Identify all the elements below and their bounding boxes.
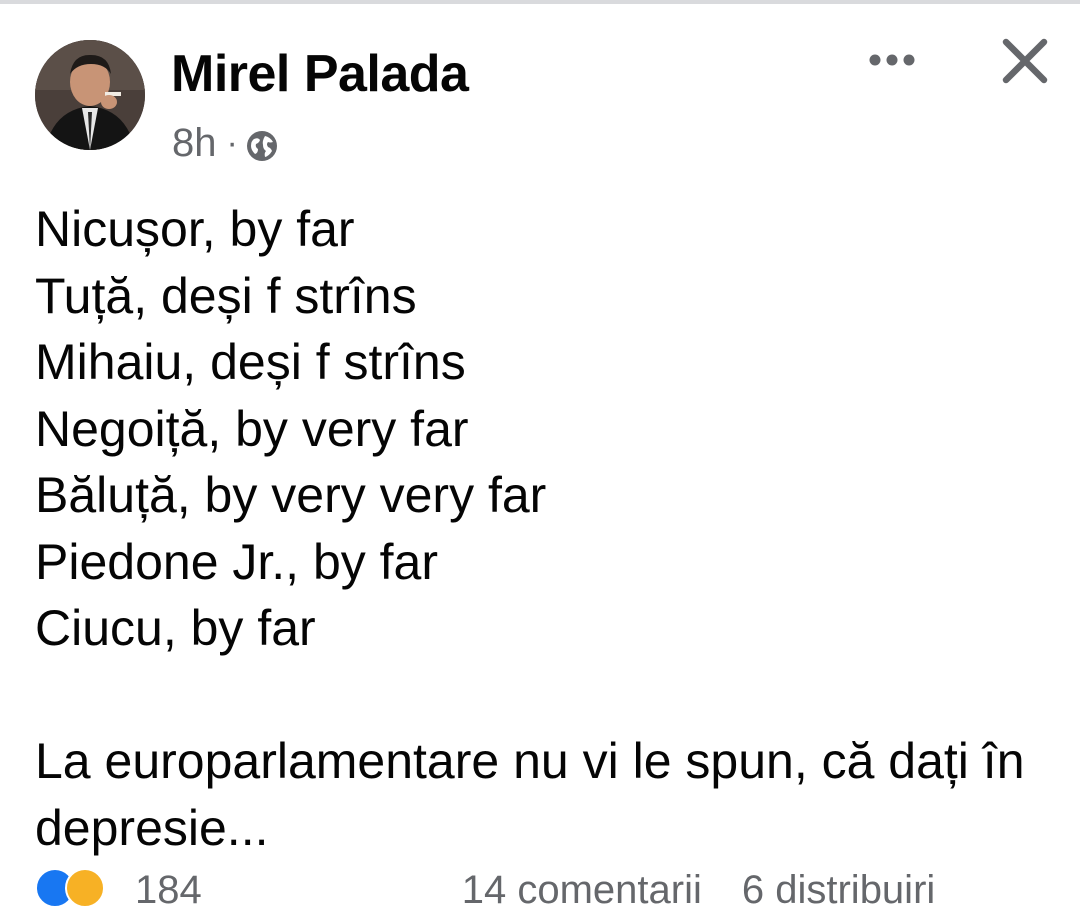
post-closing: La europarlamentare nu vi le spun, că da…: [35, 733, 1025, 856]
reactions-bar: 184 14 comentarii 6 distribuiri: [35, 868, 1080, 908]
top-divider: [0, 0, 1080, 4]
globe-icon[interactable]: [246, 127, 278, 161]
avatar-photo: [35, 40, 145, 150]
reaction-icons[interactable]: [35, 868, 119, 908]
post-line: Băluță, by very very far: [35, 467, 547, 523]
post-time[interactable]: 8h: [172, 121, 217, 166]
post-line: Piedone Jr., by far: [35, 533, 439, 590]
author-name[interactable]: Mirel Palada: [171, 44, 469, 104]
close-button[interactable]: [998, 34, 1052, 88]
post-meta: 8h ·: [172, 120, 278, 166]
avatar[interactable]: [35, 40, 145, 150]
more-options-button[interactable]: [862, 40, 922, 80]
comments-count[interactable]: 14 comentarii: [462, 868, 702, 908]
post-line: Mihaiu, deși f strîns: [35, 334, 466, 390]
meta-separator: ·: [226, 123, 238, 162]
reaction-count[interactable]: 184: [135, 868, 202, 908]
post-line: Negoiță, by very far: [35, 400, 469, 457]
post-line: Tuță, deși f strîns: [35, 267, 417, 324]
close-icon: [1002, 38, 1048, 84]
shares-count[interactable]: 6 distribuiri: [742, 868, 935, 908]
post-text: Nicușor, by far Tuță, deși f strîns Miha…: [35, 196, 1045, 861]
haha-reaction-icon: [65, 868, 105, 908]
more-dots-icon: [869, 54, 915, 66]
post-line: Nicușor, by far: [35, 201, 355, 257]
post-line: Ciucu, by far: [35, 600, 316, 656]
